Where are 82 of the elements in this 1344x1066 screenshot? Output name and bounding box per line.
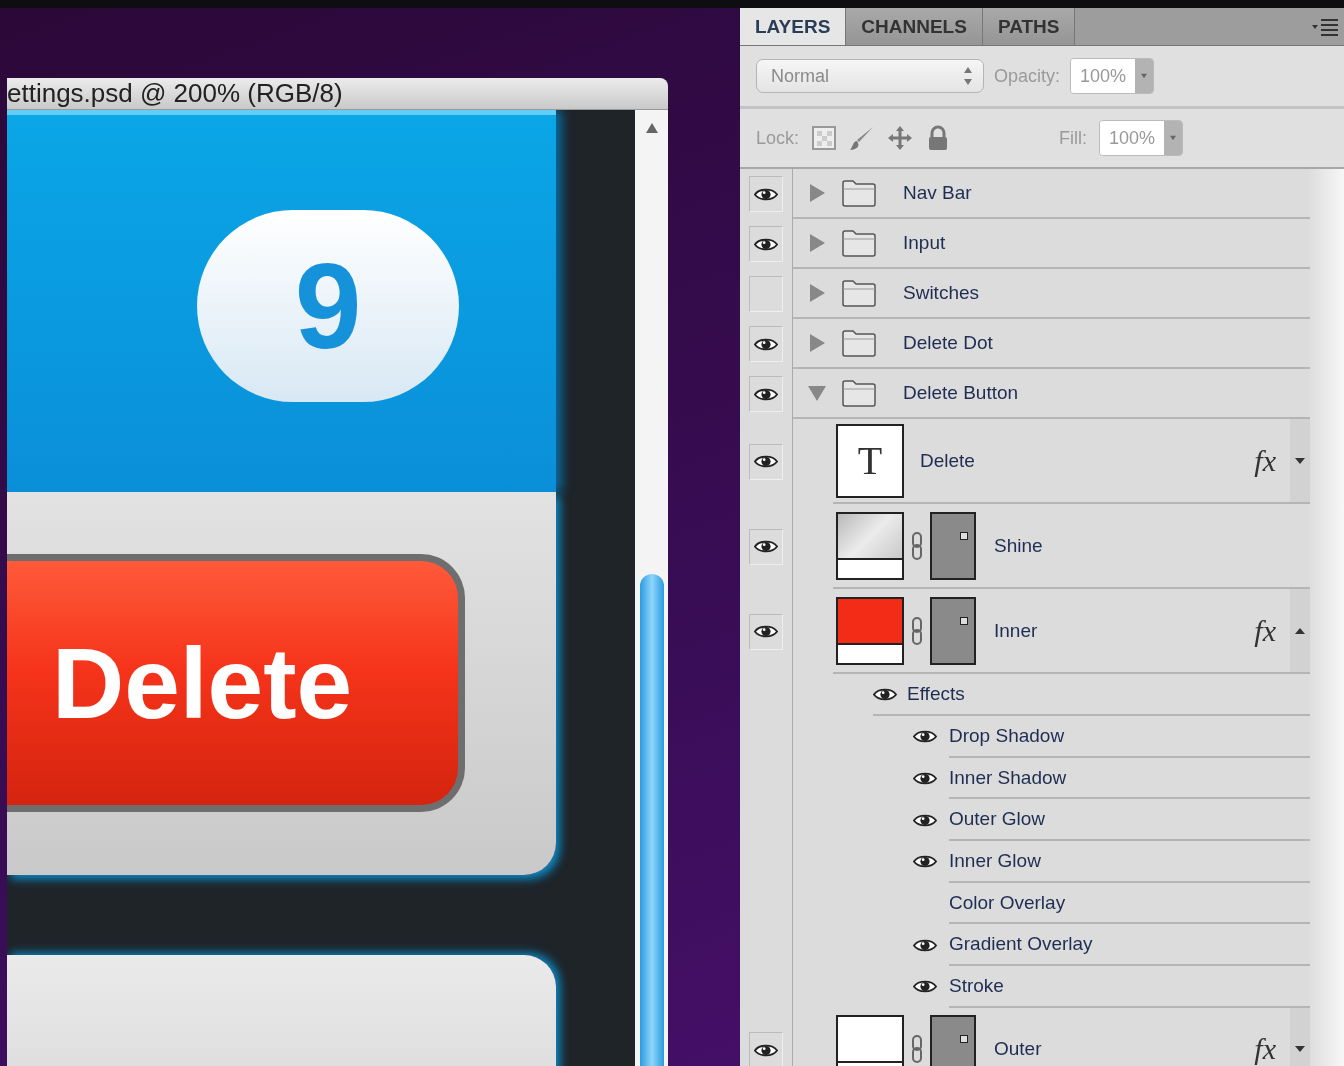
up-down-arrows-icon bbox=[963, 66, 973, 86]
panel-tab[interactable]: LAYERS bbox=[740, 8, 847, 45]
visibility-toggle[interactable] bbox=[749, 176, 783, 212]
disclosure-triangle-icon[interactable] bbox=[807, 333, 827, 353]
disclosure-triangle-icon[interactable] bbox=[807, 233, 827, 253]
eye-icon bbox=[754, 1042, 778, 1058]
eye-icon[interactable] bbox=[913, 937, 937, 953]
move-icon[interactable] bbox=[887, 125, 914, 151]
lock-label: Lock: bbox=[756, 127, 800, 149]
eye-icon bbox=[754, 539, 778, 554]
effect-item[interactable]: Color Overlay bbox=[949, 891, 1066, 914]
visibility-toggle[interactable] bbox=[749, 326, 783, 362]
panel-menu-icon[interactable] bbox=[1312, 17, 1338, 36]
effects-header[interactable]: Effects bbox=[907, 683, 965, 705]
eye-icon[interactable] bbox=[913, 812, 937, 828]
eye-icon[interactable] bbox=[913, 729, 937, 745]
vector-mask-thumbnail bbox=[930, 1015, 976, 1066]
dropdown-arrow-icon[interactable] bbox=[1140, 73, 1149, 79]
effects-indicator[interactable]: fx bbox=[1254, 443, 1276, 478]
folder-icon bbox=[841, 279, 877, 307]
chain-link-icon[interactable] bbox=[910, 530, 924, 561]
layer-row[interactable]: Nav Bar bbox=[793, 169, 1310, 219]
chain-link-icon[interactable] bbox=[910, 1034, 924, 1065]
fill-label: Fill: bbox=[1059, 127, 1088, 149]
effects-toggle-icon[interactable] bbox=[1294, 456, 1306, 465]
eye-icon bbox=[754, 454, 778, 469]
eye-icon[interactable] bbox=[913, 771, 937, 787]
disclosure-triangle-icon[interactable] bbox=[807, 283, 827, 303]
effect-item[interactable]: Stroke bbox=[949, 974, 1004, 997]
visibility-toggle[interactable] bbox=[749, 528, 783, 565]
brush-icon[interactable] bbox=[849, 125, 876, 151]
text-layer-thumbnail: T bbox=[836, 423, 904, 498]
layer-row[interactable]: Outer fx bbox=[833, 1007, 1310, 1066]
disclosure-triangle-icon[interactable] bbox=[807, 383, 827, 403]
effect-item[interactable]: Inner Glow bbox=[949, 849, 1041, 872]
eye-icon[interactable] bbox=[913, 979, 937, 995]
layer-row[interactable]: Inner fx bbox=[833, 589, 1310, 674]
eye-icon bbox=[754, 336, 778, 352]
folder-icon bbox=[841, 379, 877, 407]
effect-item[interactable]: Inner Shadow bbox=[949, 766, 1067, 789]
visibility-toggle[interactable] bbox=[749, 443, 783, 480]
folder-icon bbox=[841, 329, 877, 357]
eye-icon bbox=[754, 386, 778, 402]
folder-icon bbox=[841, 229, 877, 257]
effects-toggle-icon[interactable] bbox=[1294, 1045, 1306, 1054]
visibility-toggle[interactable] bbox=[749, 1032, 783, 1066]
scrollbar[interactable] bbox=[635, 110, 668, 1066]
effect-item[interactable]: Drop Shadow bbox=[949, 724, 1065, 747]
visibility-toggle[interactable] bbox=[749, 276, 783, 312]
layer-row[interactable]: Switches bbox=[793, 269, 1310, 319]
scrollbar-thumb[interactable] bbox=[639, 574, 664, 1066]
layer-row[interactable]: T Delete fx bbox=[833, 419, 1310, 504]
count-badge: 9 bbox=[197, 210, 459, 402]
visibility-toggle[interactable] bbox=[749, 376, 783, 412]
eye-icon bbox=[754, 624, 778, 639]
panel-tab[interactable]: CHANNELS bbox=[846, 8, 983, 45]
eye-icon bbox=[754, 236, 778, 252]
layer-thumbnail bbox=[836, 511, 904, 580]
chain-link-icon[interactable] bbox=[910, 615, 924, 646]
window-title: ettings.psd @ 200% (RGB/8) bbox=[7, 78, 343, 109]
effects-indicator[interactable]: fx bbox=[1254, 613, 1276, 648]
layer-row[interactable]: Delete Button bbox=[793, 369, 1310, 419]
vector-mask-thumbnail bbox=[930, 596, 976, 665]
layer-row[interactable]: Delete Dot bbox=[793, 319, 1310, 369]
eye-icon[interactable] bbox=[913, 854, 937, 870]
dropdown-arrow-icon[interactable] bbox=[1169, 135, 1178, 141]
disclosure-triangle-icon[interactable] bbox=[807, 183, 827, 203]
vector-mask-thumbnail bbox=[930, 511, 976, 580]
folder-icon bbox=[841, 179, 877, 207]
opacity-label: Opacity: bbox=[994, 65, 1061, 87]
effect-item[interactable]: Gradient Overlay bbox=[949, 933, 1093, 956]
layer-row[interactable]: Input bbox=[793, 219, 1310, 269]
panel-tab[interactable]: PATHS bbox=[982, 8, 1076, 45]
eye-icon[interactable] bbox=[873, 686, 897, 702]
layer-row[interactable]: Shine bbox=[833, 504, 1310, 589]
visibility-toggle[interactable] bbox=[749, 613, 783, 650]
scroll-up-arrow-icon[interactable] bbox=[644, 122, 659, 134]
effect-item[interactable]: Outer Glow bbox=[949, 808, 1046, 831]
effects-indicator[interactable]: fx bbox=[1254, 1032, 1276, 1066]
effects-toggle-icon[interactable] bbox=[1294, 626, 1306, 635]
visibility-toggle[interactable] bbox=[749, 226, 783, 262]
eye-icon bbox=[754, 186, 778, 202]
